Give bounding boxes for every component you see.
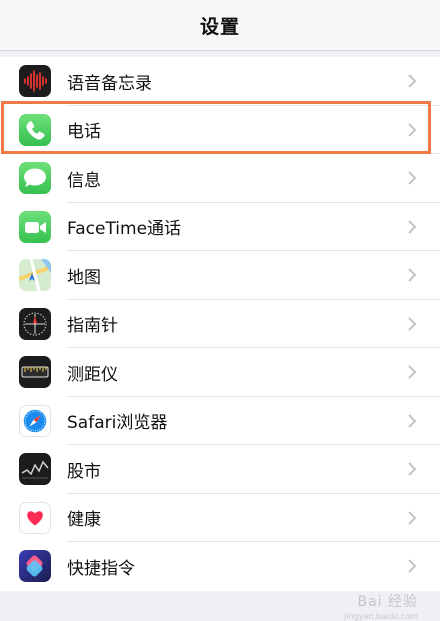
- row-label: 测距仪: [67, 364, 118, 385]
- row-label: 电话: [67, 122, 101, 143]
- chevron-right-icon: [408, 511, 417, 525]
- settings-row-health[interactable]: 健康: [0, 493, 440, 542]
- stocks-icon: [19, 453, 51, 486]
- chevron-right-icon: [408, 317, 417, 331]
- watermark-subtext: jingyan.baidu.com: [344, 612, 418, 621]
- health-icon: [19, 501, 51, 534]
- chevron-right-icon: [408, 171, 417, 185]
- watermark-text: Bai 经验: [357, 594, 418, 610]
- row-label: FaceTime通话: [67, 219, 182, 240]
- compass-icon: [19, 307, 51, 340]
- phone-icon: [19, 113, 51, 146]
- chevron-right-icon: [408, 462, 417, 476]
- chevron-right-icon: [408, 414, 417, 428]
- row-label: 健康: [67, 510, 101, 531]
- chevron-right-icon: [408, 559, 417, 573]
- settings-list: 语音备忘录 电话 信息 FaceTime通话 地图 指南针 测距仪 Safari…: [0, 57, 440, 591]
- chevron-right-icon: [408, 220, 417, 234]
- row-label: 快捷指令: [67, 558, 135, 579]
- settings-row-phone[interactable]: 电话: [0, 105, 440, 154]
- row-label: 地图: [67, 267, 101, 288]
- settings-row-shortcuts[interactable]: 快捷指令: [0, 542, 440, 591]
- settings-row-stocks[interactable]: 股市: [0, 445, 440, 494]
- facetime-icon: [19, 210, 51, 243]
- chevron-right-icon: [408, 74, 417, 88]
- chevron-right-icon: [408, 268, 417, 282]
- row-label: 指南针: [67, 316, 118, 337]
- chevron-right-icon: [408, 365, 417, 379]
- chevron-right-icon: [408, 123, 417, 137]
- row-label: 股市: [67, 461, 101, 482]
- settings-row-facetime[interactable]: FaceTime通话: [0, 202, 440, 251]
- settings-row-measure[interactable]: 测距仪: [0, 348, 440, 397]
- voice-memos-icon: [19, 65, 51, 98]
- settings-row-maps[interactable]: 地图: [0, 251, 440, 300]
- row-label: Safari浏览器: [67, 413, 168, 434]
- settings-row-compass[interactable]: 指南针: [0, 299, 440, 348]
- messages-icon: [19, 162, 51, 195]
- maps-icon: [19, 259, 51, 292]
- measure-icon: [19, 356, 51, 389]
- page-title: 设置: [199, 15, 240, 38]
- settings-row-messages[interactable]: 信息: [0, 154, 440, 203]
- safari-icon: [19, 404, 51, 437]
- row-label: 信息: [67, 170, 101, 191]
- row-label: 语音备忘录: [67, 73, 152, 94]
- shortcuts-icon: [19, 550, 51, 583]
- settings-row-safari[interactable]: Safari浏览器: [0, 396, 440, 445]
- nav-bar: 设置: [0, 0, 440, 51]
- settings-row-voice-memos[interactable]: 语音备忘录: [0, 57, 440, 106]
